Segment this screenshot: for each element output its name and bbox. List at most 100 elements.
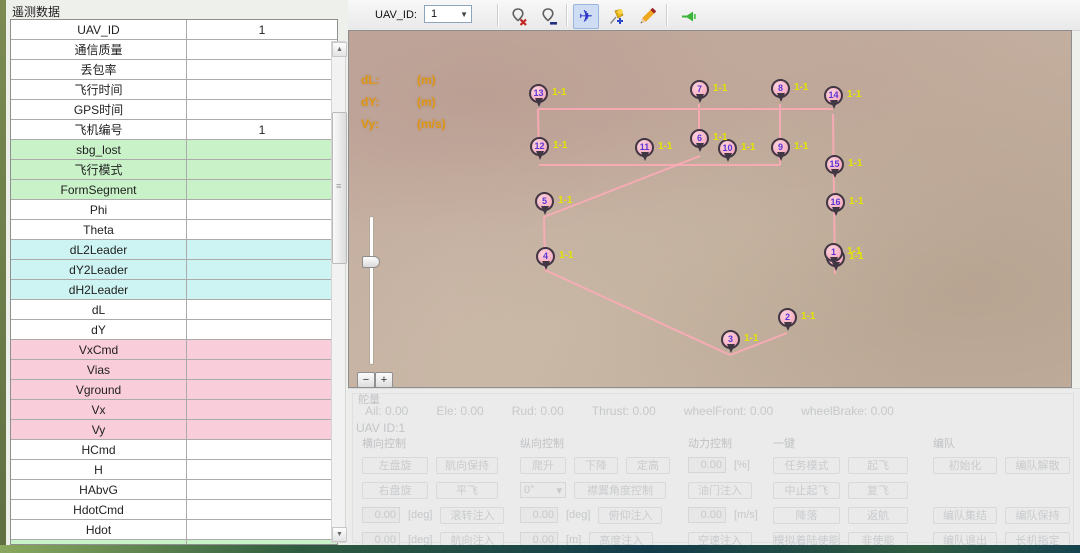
button-滚转注入[interactable]: 滚转注入 <box>440 507 504 524</box>
unit-label: [deg] <box>566 509 590 521</box>
button-编队解散[interactable]: 编队解散 <box>1005 457 1070 474</box>
map-marker-number: 9 <box>778 143 783 152</box>
map-marker-label: 1-1 <box>848 158 862 169</box>
button-降落[interactable]: 降落 <box>773 507 840 524</box>
button-俯仰注入[interactable]: 俯仰注入 <box>598 507 662 524</box>
table-row[interactable]: HdotCmd <box>11 500 337 520</box>
button-中止起飞[interactable]: 中止起飞 <box>773 482 840 499</box>
button-复飞[interactable]: 复飞 <box>848 482 908 499</box>
map-marker[interactable]: 5 <box>535 192 554 211</box>
table-row[interactable]: dY <box>11 320 337 340</box>
edit-button[interactable] <box>634 4 660 29</box>
airplane-mode-button[interactable]: ✈ <box>573 4 599 29</box>
map-marker[interactable]: 9 <box>771 138 790 157</box>
table-row[interactable]: Vground <box>11 380 337 400</box>
map-marker[interactable]: 14 <box>824 86 843 105</box>
scroll-up-icon[interactable]: ▲ <box>332 42 347 57</box>
button-左盘旋[interactable]: 左盘旋 <box>362 457 428 474</box>
table-row[interactable]: 通信质量 <box>11 40 337 60</box>
waypoint-remove-button[interactable] <box>536 4 562 29</box>
button-航向保持[interactable]: 航向保持 <box>436 457 498 474</box>
button-编队保持[interactable]: 编队保持 <box>1005 507 1070 524</box>
table-row-value <box>187 420 337 439</box>
map-marker[interactable]: 3 <box>721 330 740 349</box>
announce-button[interactable] <box>676 4 702 29</box>
map-marker[interactable]: 7 <box>690 80 709 99</box>
table-row[interactable]: FormSegment <box>11 180 337 200</box>
button-定高[interactable]: 定高 <box>626 457 670 474</box>
table-row[interactable]: 飞机编号1 <box>11 120 337 140</box>
add-pin-button[interactable] <box>604 4 630 29</box>
table-row[interactable]: UAV_ID1 <box>11 20 337 40</box>
button-任务模式[interactable]: 任务模式 <box>773 457 840 474</box>
button-起飞[interactable]: 起飞 <box>848 457 908 474</box>
table-row[interactable]: 飞行模式 <box>11 160 337 180</box>
toolbar-separator <box>666 4 668 26</box>
table-row[interactable]: HAbvG <box>11 480 337 500</box>
button-襟翼角度控制[interactable]: 襟翼角度控制 <box>574 482 666 499</box>
map-marker[interactable]: 2 <box>778 308 797 327</box>
unit-label: [deg] <box>408 509 432 521</box>
map-marker[interactable]: 12 <box>530 137 549 156</box>
map-marker[interactable]: 4 <box>536 247 555 266</box>
table-row-value <box>187 260 337 279</box>
map-marker[interactable]: 16 <box>826 193 845 212</box>
button-爬升[interactable]: 爬升 <box>520 457 566 474</box>
map-marker-label: 1-1 <box>801 311 815 322</box>
map-marker-label: 1-1 <box>849 196 863 207</box>
button-油门注入[interactable]: 油门注入 <box>688 482 752 499</box>
table-row[interactable]: dL <box>11 300 337 320</box>
table-row[interactable]: VxCmd <box>11 340 337 360</box>
table-row[interactable]: dH2Leader <box>11 280 337 300</box>
group-title-longitudinal-control: 纵向控制 <box>520 435 670 448</box>
map-zoom-slider-thumb[interactable] <box>362 256 380 268</box>
control-row: 降落返航 <box>773 507 908 523</box>
button-返航[interactable]: 返航 <box>848 507 908 524</box>
button-右盘旋[interactable]: 右盘旋 <box>362 482 428 499</box>
input-field[interactable]: 0.00 <box>362 507 400 523</box>
table-row[interactable]: GPS时间 <box>11 100 337 120</box>
select-0°[interactable]: 0°▾ <box>520 482 566 498</box>
table-row[interactable]: Vx <box>11 400 337 420</box>
button-初始化[interactable]: 初始化 <box>933 457 997 474</box>
input-field[interactable]: 0.00 <box>520 507 558 523</box>
table-row[interactable]: sbg_lost <box>11 140 337 160</box>
table-row[interactable]: H <box>11 460 337 480</box>
table-row[interactable]: dL2Leader <box>11 240 337 260</box>
table-row[interactable]: Vy <box>11 420 337 440</box>
table-row[interactable]: dY2Leader <box>11 260 337 280</box>
map-view[interactable]: dL:(m) dY:(m) Vy:(m/s) 1-111-1131-171-18… <box>348 30 1072 388</box>
map-marker[interactable]: 15 <box>825 155 844 174</box>
table-row[interactable]: Hdot <box>11 520 337 540</box>
table-row[interactable]: Theta <box>11 220 337 240</box>
map-marker[interactable]: 13 <box>529 84 548 103</box>
scroll-thumb[interactable] <box>332 112 347 264</box>
table-row-value: 1 <box>187 20 337 39</box>
scroll-down-icon[interactable]: ▼ <box>332 527 347 542</box>
uav-id-select[interactable]: 1 ▼ <box>424 5 472 23</box>
map-marker[interactable]: 6 <box>690 129 709 148</box>
zoom-in-button[interactable]: + <box>375 372 393 388</box>
input-field[interactable]: 0.00 <box>688 507 726 523</box>
waypoint-delete-button[interactable] <box>506 4 532 29</box>
zoom-out-button[interactable]: − <box>357 372 375 388</box>
table-row[interactable]: HCmd <box>11 440 337 460</box>
button-平飞[interactable]: 平飞 <box>436 482 498 499</box>
table-row-label: sbg_lost <box>11 140 187 159</box>
map-zoom-slider[interactable] <box>369 216 374 365</box>
table-row-value <box>187 320 337 339</box>
table-row[interactable]: Vias <box>11 360 337 380</box>
input-field[interactable]: 0.00 <box>688 457 726 473</box>
table-row[interactable]: 飞行时间 <box>11 80 337 100</box>
map-marker-number: 16 <box>830 198 840 207</box>
table-row-label: HdotCmd <box>11 500 187 519</box>
table-row-label: HCmd <box>11 440 187 459</box>
table-row[interactable]: 丢包率 <box>11 60 337 80</box>
button-下降[interactable]: 下降 <box>574 457 618 474</box>
button-编队集结[interactable]: 编队集结 <box>933 507 997 524</box>
telemetry-table-scrollbar[interactable]: ▲ ▼ <box>331 41 346 543</box>
table-row[interactable]: Phi <box>11 200 337 220</box>
map-marker[interactable]: 8 <box>771 79 790 98</box>
map-marker[interactable]: 1 <box>824 243 843 262</box>
map-marker[interactable]: 11 <box>635 138 654 157</box>
